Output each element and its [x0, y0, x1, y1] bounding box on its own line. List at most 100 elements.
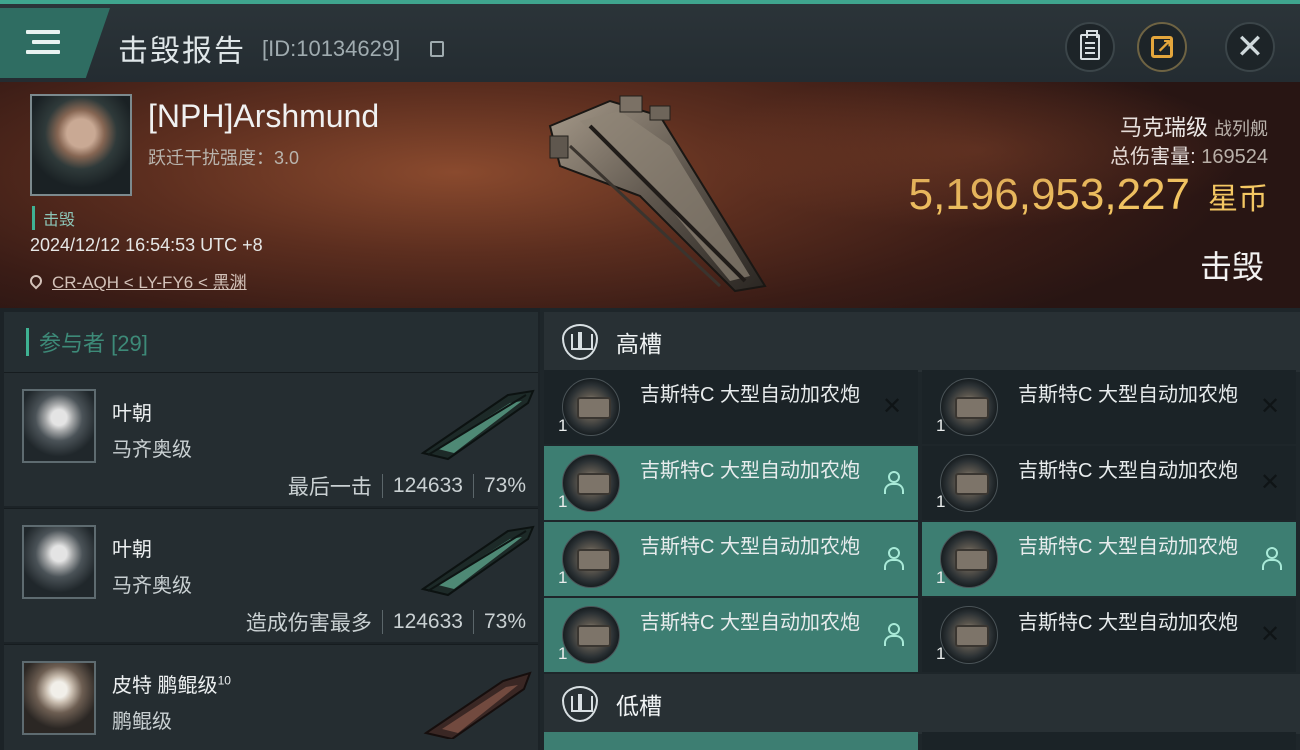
- module-qty: 1: [558, 568, 568, 587]
- module-slot[interactable]: 1 吉斯特C 大型自动加农炮: [544, 522, 918, 596]
- participant-damage: 124633: [392, 474, 463, 497]
- participant-damage: 124633: [392, 610, 463, 633]
- participant-ship-image: [420, 525, 535, 597]
- fitting-panel: 高槽 1 吉斯特C 大型自动加农炮 ✕ 1 吉斯特C 大型自动加农炮 ✕ 1 吉…: [540, 308, 1300, 750]
- autocannon-icon: [940, 378, 998, 436]
- ship-class: 马克瑞级 战列舰: [1120, 110, 1268, 142]
- module-slot-partial[interactable]: [922, 732, 1296, 750]
- dropped-person-icon: [880, 470, 904, 494]
- participant-percent: 73%: [483, 474, 526, 497]
- stat-divider: [472, 610, 474, 634]
- module-qty: 1: [936, 492, 946, 511]
- module-slot[interactable]: 1 吉斯特C 大型自动加农炮: [544, 598, 918, 672]
- low-slot-icon: [562, 686, 598, 722]
- clipboard-button[interactable]: [1065, 22, 1115, 72]
- participant-name: 叶朝: [112, 403, 152, 425]
- module-qty: 1: [558, 416, 568, 435]
- module-qty: 1: [936, 644, 946, 663]
- participant-avatar[interactable]: [22, 525, 96, 599]
- participant-role: 造成伤害最多: [245, 612, 372, 635]
- autocannon-icon: [562, 606, 620, 664]
- isk-amount: 5,196,953,227: [908, 170, 1190, 219]
- module-name: 吉斯特C 大型自动加农炮: [640, 612, 860, 634]
- module-slot[interactable]: 1 吉斯特C 大型自动加农炮 ✕: [922, 598, 1296, 672]
- location-link[interactable]: CR-AQH < LY-FY6 < 黑渊: [52, 268, 247, 293]
- participant-ship: 鹏鲲级: [112, 711, 172, 733]
- close-icon: ✕: [1235, 28, 1265, 66]
- participant-avatar[interactable]: [22, 661, 96, 735]
- module-name: 吉斯特C 大型自动加农炮: [1018, 460, 1238, 482]
- share-button[interactable]: [1137, 22, 1187, 72]
- result-label: 击毁: [1199, 249, 1264, 285]
- dropped-person-icon: [880, 546, 904, 570]
- copy-icon[interactable]: [430, 41, 444, 57]
- page-title: 击毁报告: [118, 35, 246, 68]
- participant-name: 叶朝: [112, 539, 152, 561]
- total-damage-label: 总伤害量:: [1110, 146, 1196, 168]
- participant-card[interactable]: 叶朝 马齐奥级 最后一击 124633 73%: [4, 372, 538, 506]
- destroyed-icon: ✕: [1259, 392, 1281, 420]
- close-button[interactable]: ✕: [1225, 22, 1275, 72]
- module-qty: 1: [558, 644, 568, 663]
- module-name: 吉斯特C 大型自动加农炮: [640, 384, 860, 406]
- module-slot[interactable]: 1 吉斯特C 大型自动加农炮: [922, 522, 1296, 596]
- clipboard-icon: [1080, 30, 1100, 60]
- destroyed-icon: ✕: [881, 392, 903, 420]
- participant-role: 最后一击: [287, 476, 372, 499]
- participant-name-sup: 10: [217, 673, 231, 688]
- high-slot-icon: [562, 324, 598, 360]
- top-bar: 击毁报告 [ID:10134629] ✕: [0, 0, 1300, 82]
- ship-type: 战列舰: [1214, 119, 1268, 139]
- low-slot-header[interactable]: 低槽: [544, 674, 1300, 734]
- module-name: 吉斯特C 大型自动加农炮: [1018, 536, 1238, 558]
- module-qty: 1: [558, 492, 568, 511]
- destroyed-icon: ✕: [1259, 620, 1281, 648]
- jam-strength: 跃迁干扰强度：3.0: [148, 148, 300, 168]
- kill-time: 2024/12/12 16:54:53 UTC +8: [30, 235, 263, 255]
- dropped-person-icon: [880, 622, 904, 646]
- menu-icon[interactable]: [0, 8, 110, 78]
- participants-panel: 参与者 [29] 叶朝 马齐奥级 最后一击 124633 73% 叶朝 马齐奥级…: [0, 308, 540, 750]
- participant-name-text: 皮特 鹏鲲级: [112, 675, 218, 697]
- participant-ship-image: [423, 671, 532, 739]
- module-slot[interactable]: 1 吉斯特C 大型自动加农炮 ✕: [922, 370, 1296, 444]
- report-id: [ID:10134629]: [262, 36, 401, 61]
- module-name: 吉斯特C 大型自动加农炮: [1018, 612, 1238, 634]
- module-slot[interactable]: 1 吉斯特C 大型自动加农炮 ✕: [922, 446, 1296, 520]
- module-slot-partial[interactable]: [544, 732, 918, 750]
- high-slot-label: 高槽: [616, 331, 662, 357]
- high-slot-header[interactable]: 高槽: [544, 312, 1300, 372]
- participants-title: 参与者 [29]: [39, 331, 148, 356]
- location[interactable]: CR-AQH < LY-FY6 < 黑渊: [27, 268, 247, 293]
- ship-name[interactable]: 马克瑞级: [1120, 115, 1208, 140]
- participants-header[interactable]: 参与者 [29]: [4, 312, 538, 372]
- participant-card[interactable]: 叶朝 马齐奥级 造成伤害最多 124633 73%: [4, 508, 538, 642]
- autocannon-icon: [562, 378, 620, 436]
- participant-ship: 马齐奥级: [112, 575, 192, 597]
- participant-percent: 73%: [483, 610, 526, 633]
- location-pin-icon: [27, 272, 45, 289]
- victim-ship-image[interactable]: [520, 86, 800, 302]
- dropped-person-icon: [1258, 546, 1282, 570]
- header-accent-bar: [26, 328, 29, 356]
- module-name: 吉斯特C 大型自动加农炮: [640, 460, 860, 482]
- autocannon-icon: [562, 454, 620, 512]
- isk-value: 5,196,953,227 星币: [909, 170, 1268, 220]
- participant-name: 皮特 鹏鲲级10: [112, 669, 231, 698]
- stat-divider: [381, 474, 383, 498]
- victim-name[interactable]: [NPH]Arshmund: [148, 98, 379, 135]
- stat-divider: [472, 474, 474, 498]
- module-qty: 1: [936, 416, 946, 435]
- module-slot[interactable]: 1 吉斯特C 大型自动加农炮: [544, 446, 918, 520]
- participant-avatar[interactable]: [22, 389, 96, 463]
- autocannon-icon: [940, 530, 998, 588]
- share-icon: [1151, 34, 1173, 59]
- participant-stats: 最后一击 124633 73%: [288, 471, 526, 501]
- stat-divider: [381, 610, 383, 634]
- module-name: 吉斯特C 大型自动加农炮: [640, 536, 860, 558]
- participant-card[interactable]: 皮特 鹏鲲级10 鹏鲲级: [4, 644, 538, 750]
- autocannon-icon: [562, 530, 620, 588]
- victim-portrait[interactable]: [30, 94, 132, 196]
- module-slot[interactable]: 1 吉斯特C 大型自动加农炮 ✕: [544, 370, 918, 444]
- participant-ship: 马齐奥级: [112, 439, 192, 461]
